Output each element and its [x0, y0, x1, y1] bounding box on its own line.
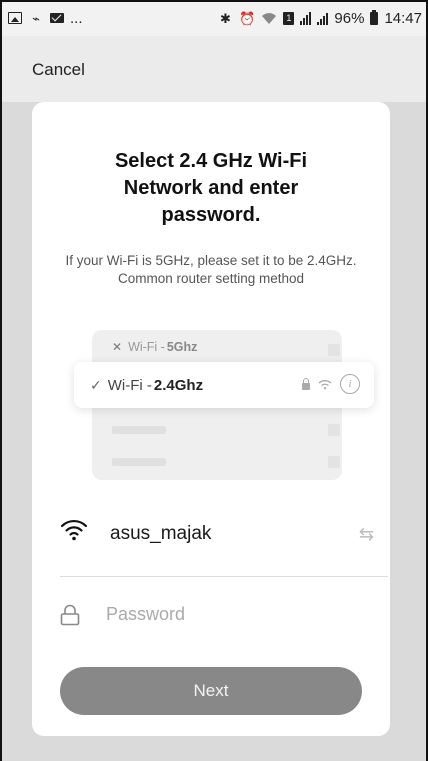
alarm-icon: ⏰ [239, 10, 256, 26]
status-right: ✱ ⏰ 1 96% 14:47 [217, 9, 422, 27]
password-row [60, 598, 380, 632]
status-left: ⌁ ... [8, 10, 83, 27]
top-bar: Cancel [0, 36, 428, 102]
mail-notification-icon [50, 13, 64, 23]
lock-icon [302, 377, 310, 390]
wifi-icon [318, 379, 332, 389]
illustration-placeholder-bar [112, 426, 166, 434]
password-input[interactable] [104, 598, 368, 630]
wifi-setup-card: Select 2.4 GHz Wi-Fi Network and enter p… [32, 102, 390, 736]
next-button[interactable]: Next [60, 667, 362, 715]
wifi-icon [60, 519, 88, 541]
illustration-square [328, 344, 340, 356]
network-ssid: asus_majak [110, 523, 212, 544]
illustration-row-24ghz: ✓ Wi-Fi - 2.4Ghz i [74, 362, 374, 408]
cancel-button[interactable]: Cancel [32, 60, 85, 80]
status-time: 14:47 [384, 9, 422, 27]
signal-secondary-icon [317, 12, 329, 25]
illustration-24g-prefix: Wi-Fi - [107, 377, 152, 394]
battery-percent: 96% [334, 9, 365, 27]
signal-icon [300, 11, 312, 25]
battery-icon [370, 9, 379, 25]
illustration-placeholder-bar [112, 458, 166, 466]
sync-notification-icon: ⌁ [32, 10, 40, 26]
illustration-5g-prefix: Wi-Fi - [128, 340, 165, 354]
switch-network-icon[interactable]: ⇆ [359, 524, 374, 545]
illustration-5g-band: 5Ghz [166, 340, 198, 354]
illustration-24g-label: ✓ Wi-Fi - 2.4Ghz [90, 377, 203, 394]
wifi-status-icon [262, 12, 277, 24]
illustration-24g-icons: i [302, 374, 360, 394]
sim-indicator: 1 [283, 11, 295, 25]
info-icon: i [340, 374, 360, 394]
illustration-square [328, 424, 340, 436]
illustration-24g-band: 2.4Ghz [153, 377, 204, 394]
divider [60, 576, 388, 577]
bluetooth-icon: ✱ [219, 10, 231, 26]
lock-icon [60, 604, 80, 626]
instruction-text: If your Wi-Fi is 5GHz, please set it to … [65, 253, 357, 286]
cross-icon: ✕ [112, 340, 123, 354]
illustration-row-5ghz: ✕ Wi-Fi - 5Ghz [112, 340, 197, 354]
illustration-square [328, 456, 340, 468]
status-bar: ⌁ ... ✱ ⏰ 1 96% 14:47 [0, 0, 428, 36]
page-title: Select 2.4 GHz Wi-Fi Network and enter p… [114, 150, 308, 226]
check-icon: ✓ [90, 377, 102, 393]
network-selector[interactable]: asus_majak ⇆ [60, 514, 380, 554]
more-notifications-indicator: ... [70, 9, 83, 27]
gallery-notification-icon [8, 12, 22, 24]
